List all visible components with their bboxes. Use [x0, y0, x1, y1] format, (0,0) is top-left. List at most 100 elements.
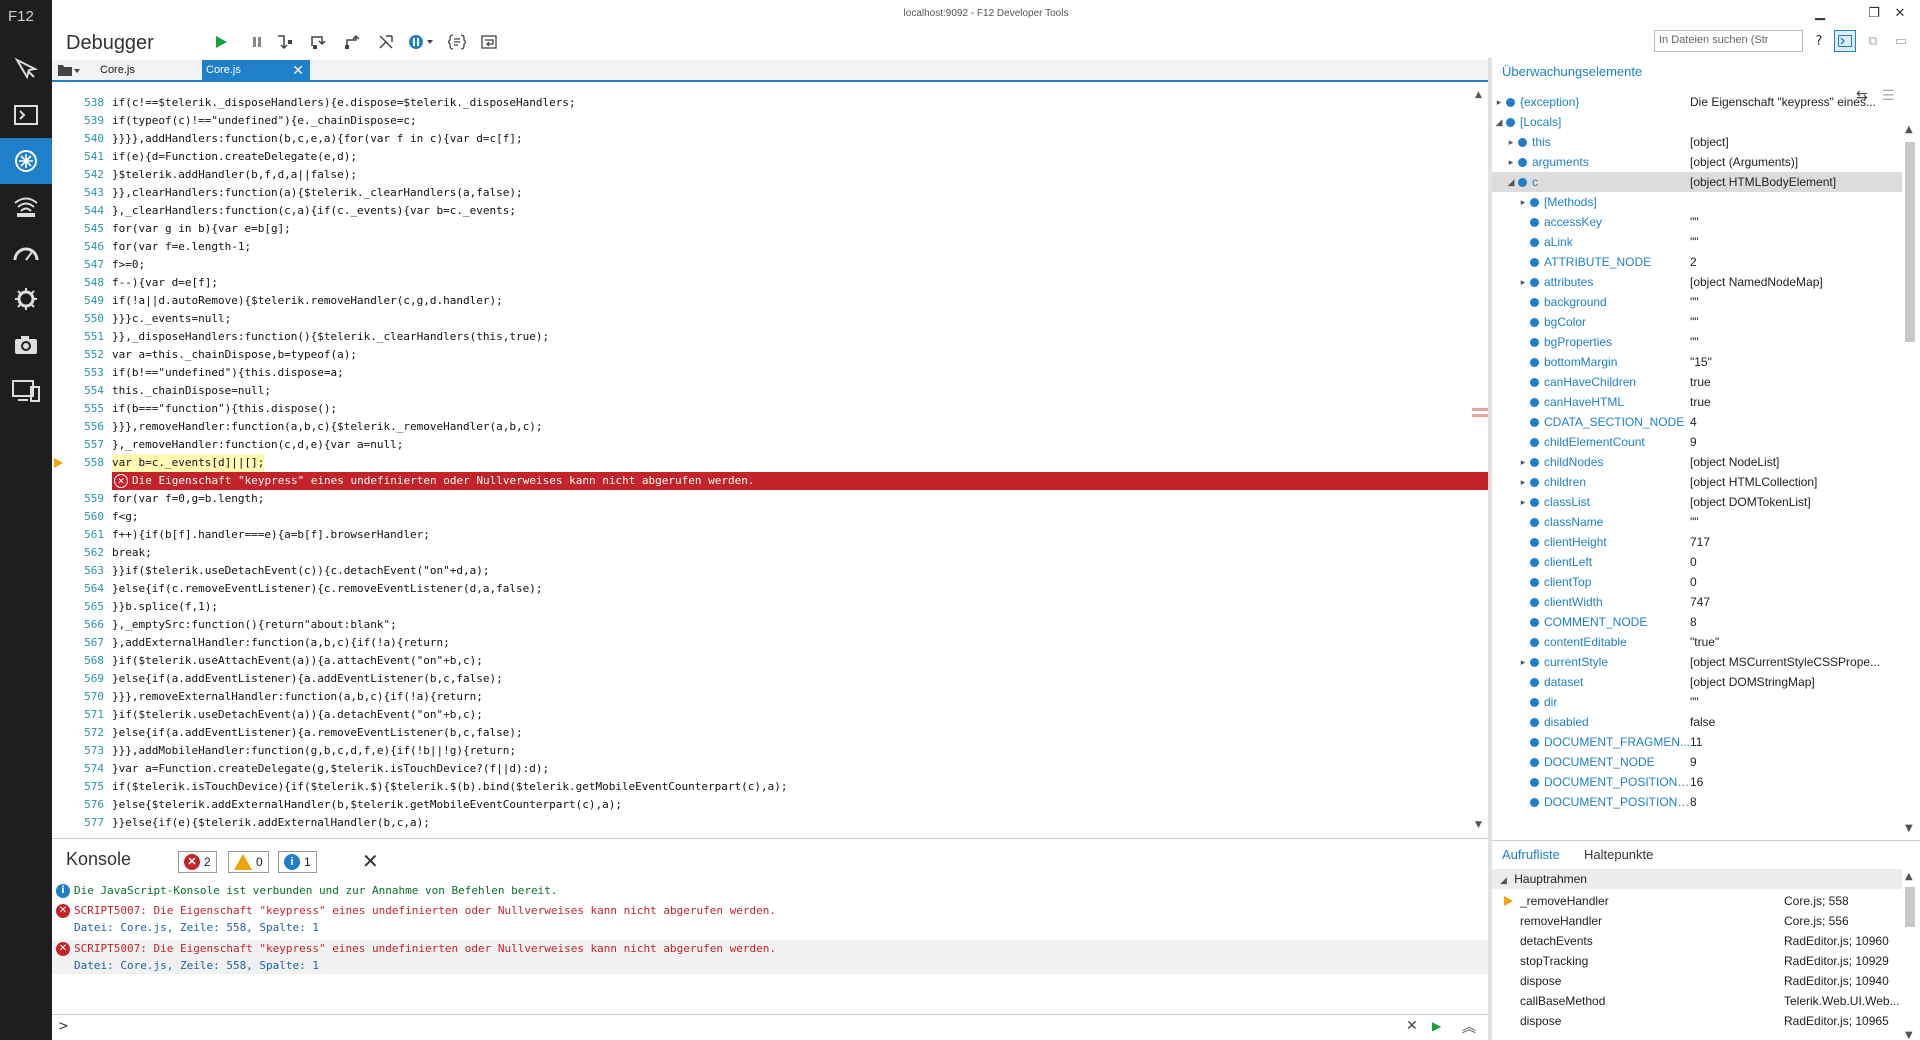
- code-line[interactable]: 550}}}c._events=null;: [52, 310, 1472, 328]
- code-line[interactable]: 575 if($telerik.isTouchDevice){if($teleri…: [52, 778, 1472, 796]
- callstack-frame[interactable]: callBaseMethod Telerik.Web.UI.Web...: [1492, 991, 1902, 1011]
- error-filter-button[interactable]: ✕ 2: [178, 851, 217, 873]
- code-line[interactable]: 565}}b.splice(f,1);: [52, 598, 1472, 616]
- code-line[interactable]: 538 if(c!==$telerik._disposeHandlers){e.d…: [52, 94, 1472, 112]
- watch-row[interactable]: DOCUMENT_NODE 9: [1492, 752, 1902, 772]
- watch-row[interactable]: ▸ this [object]: [1492, 132, 1902, 152]
- code-line[interactable]: 572}else{if(a.addEventListener){a.remove…: [52, 724, 1472, 742]
- run-icon[interactable]: ▶: [1432, 1019, 1441, 1033]
- console-toggle-icon[interactable]: [1834, 30, 1856, 52]
- code-line[interactable]: 544},_clearHandlers:function(c,a){if(c._…: [52, 202, 1472, 220]
- code-line[interactable]: 556}}},removeHandler:function(a,b,c){$te…: [52, 418, 1472, 436]
- word-wrap-icon[interactable]: [476, 30, 502, 54]
- watch-row[interactable]: clientTop 0: [1492, 572, 1902, 592]
- watch-row[interactable]: ▸ childNodes [object NodeList]: [1492, 452, 1902, 472]
- code-line[interactable]: 559 for(var f=0,g=b.length;: [52, 490, 1472, 508]
- warning-filter-button[interactable]: 0: [228, 851, 269, 873]
- watch-scrollbar[interactable]: ▲ ▼: [1902, 124, 1918, 834]
- network-icon[interactable]: [0, 184, 52, 230]
- dock-icon[interactable]: ▭: [1890, 30, 1912, 52]
- code-line[interactable]: 562 break;: [52, 544, 1472, 562]
- code-line[interactable]: 539 if(typeof(c)!=="undefined"){e._chainD…: [52, 112, 1472, 130]
- callstack-frame[interactable]: removeHandler Core.js; 556: [1492, 911, 1902, 931]
- code-line[interactable]: 577}}else{if(e){$telerik.addExternalHand…: [52, 814, 1472, 832]
- watch-row[interactable]: ATTRIBUTE_NODE 2: [1492, 252, 1902, 272]
- console-icon[interactable]: [0, 92, 52, 138]
- watch-row[interactable]: DOCUMENT_POSITION_... 8: [1492, 792, 1902, 812]
- code-line[interactable]: 549 if(!a||d.autoRemove){$telerik.removeH…: [52, 292, 1472, 310]
- watch-row[interactable]: contentEditable "true": [1492, 632, 1902, 652]
- expand-icon[interactable]: ▸: [1518, 192, 1528, 212]
- watch-row[interactable]: ▸ currentStyle [object MSCurrentStyleCSSPr…: [1492, 652, 1902, 672]
- code-line[interactable]: 564}else{if(c.removeEventListener){c.rem…: [52, 580, 1472, 598]
- watch-row[interactable]: aLink "": [1492, 232, 1902, 252]
- watch-row[interactable]: ▸ [Methods]: [1492, 192, 1902, 212]
- code-editor[interactable]: 538 if(c!==$telerik._disposeHandlers){e.d…: [52, 84, 1488, 834]
- exception-behavior-icon[interactable]: [404, 30, 440, 54]
- code-line[interactable]: 540}}}},addHandlers:function(b,c,e,a){fo…: [52, 130, 1472, 148]
- break-on-new-worker-icon[interactable]: [374, 30, 400, 54]
- tab-callstack[interactable]: Aufrufliste: [1502, 847, 1560, 862]
- watch-row[interactable]: background "": [1492, 292, 1902, 312]
- code-line[interactable]: 573}}},addMobileHandler:function(g,b,c,d…: [52, 742, 1472, 760]
- search-in-files-input[interactable]: In Dateien suchen (Str: [1654, 30, 1803, 52]
- expand-icon[interactable]: ▸: [1518, 492, 1528, 512]
- watch-row[interactable]: dataset [object DOMStringMap]: [1492, 672, 1902, 692]
- code-line[interactable]: 553 if(b!=="undefined"){this.dispose=a;: [52, 364, 1472, 382]
- code-line[interactable]: 560 f<g;: [52, 508, 1472, 526]
- step-into-icon[interactable]: [272, 30, 298, 54]
- info-filter-button[interactable]: i 1: [278, 851, 317, 873]
- restore-icon[interactable]: ❐: [1864, 4, 1884, 24]
- emulation-icon[interactable]: [0, 322, 52, 368]
- console-source-link[interactable]: Datei: Core.js, Zeile: 558, Spalte: 1: [74, 919, 319, 937]
- callstack-group[interactable]: ◢ Hauptrahmen: [1492, 869, 1902, 889]
- code-line[interactable]: 546 for(var f=e.length-1;: [52, 238, 1472, 256]
- tab-core-js[interactable]: Core.js ✕: [202, 60, 310, 82]
- callstack-frame[interactable]: stopTracking RadEditor.js; 10929: [1492, 951, 1902, 971]
- watch-row[interactable]: ▸ children [object HTMLCollection]: [1492, 472, 1902, 492]
- console-source-link[interactable]: Datei: Core.js, Zeile: 558, Spalte: 1: [74, 957, 319, 975]
- code-line[interactable]: 551}},_disposeHandlers:function(){$teler…: [52, 328, 1472, 346]
- callstack-frame[interactable]: detachEvents RadEditor.js; 10960: [1492, 931, 1902, 951]
- expand-icon[interactable]: ▸: [1506, 152, 1516, 172]
- callstack-frame[interactable]: dispose RadEditor.js; 10965: [1492, 1011, 1902, 1031]
- code-line[interactable]: 568}if($telerik.useAttachEvent(a)){a.att…: [52, 652, 1472, 670]
- watch-row[interactable]: clientWidth 747: [1492, 592, 1902, 612]
- folder-icon[interactable]: [58, 64, 80, 76]
- code-line[interactable]: 542}$telerik.addHandler(b,f,d,a||false);: [52, 166, 1472, 184]
- watch-row[interactable]: COMMENT_NODE 8: [1492, 612, 1902, 632]
- pretty-print-icon[interactable]: [444, 30, 470, 54]
- close-icon[interactable]: ✕: [1890, 4, 1910, 24]
- expand-icon[interactable]: ▸: [1518, 652, 1528, 672]
- watch-row[interactable]: canHaveChildren true: [1492, 372, 1902, 392]
- file-picker[interactable]: Core.js: [96, 60, 196, 80]
- expand-icon[interactable]: ▸: [1506, 132, 1516, 152]
- debugger-icon[interactable]: [0, 138, 52, 184]
- watch-row[interactable]: bgProperties "": [1492, 332, 1902, 352]
- code-line[interactable]: 571}if($telerik.useDetachEvent(a)){a.det…: [52, 706, 1472, 724]
- expand-icon[interactable]: ▸: [1518, 452, 1528, 472]
- code-line[interactable]: 570}}},removeExternalHandler:function(a,…: [52, 688, 1472, 706]
- watch-row[interactable]: DOCUMENT_FRAGMEN... 11: [1492, 732, 1902, 752]
- continue-icon[interactable]: [208, 30, 234, 54]
- code-line[interactable]: 557},_removeHandler:function(c,d,e){var …: [52, 436, 1472, 454]
- callstack-frame[interactable]: _removeHandler Core.js; 558: [1492, 891, 1902, 911]
- code-line[interactable]: 561 f++){if(b[f].handler===e){a=b[f].brow…: [52, 526, 1472, 544]
- code-scrollbar[interactable]: ▲ ▼: [1472, 90, 1488, 830]
- watch-row[interactable]: bgColor "": [1492, 312, 1902, 332]
- code-line[interactable]: 569}else{if(a.addEventListener){a.addEve…: [52, 670, 1472, 688]
- watch-row[interactable]: disabled false: [1492, 712, 1902, 732]
- expand-icon[interactable]: ▸: [1494, 92, 1504, 112]
- screen-icon[interactable]: [0, 368, 52, 414]
- minimize-icon[interactable]: ▁: [1810, 4, 1830, 24]
- code-line[interactable]: 555 if(b==="function"){this.dispose();: [52, 400, 1472, 418]
- watch-row[interactable]: ▸ classList [object DOMTokenList]: [1492, 492, 1902, 512]
- code-line[interactable]: 574}var a=Function.createDelegate(g,$tel…: [52, 760, 1472, 778]
- expand-icon[interactable]: ▸: [1518, 472, 1528, 492]
- watch-row[interactable]: CDATA_SECTION_NODE 4: [1492, 412, 1902, 432]
- watch-row[interactable]: dir "": [1492, 692, 1902, 712]
- console-input[interactable]: > ✕ ▶ ︽: [52, 1014, 1488, 1040]
- tab-breakpoints[interactable]: Haltepunkte: [1584, 847, 1653, 862]
- code-line[interactable]: 566},_emptySrc:function(){return"about:b…: [52, 616, 1472, 634]
- step-over-icon[interactable]: [306, 30, 332, 54]
